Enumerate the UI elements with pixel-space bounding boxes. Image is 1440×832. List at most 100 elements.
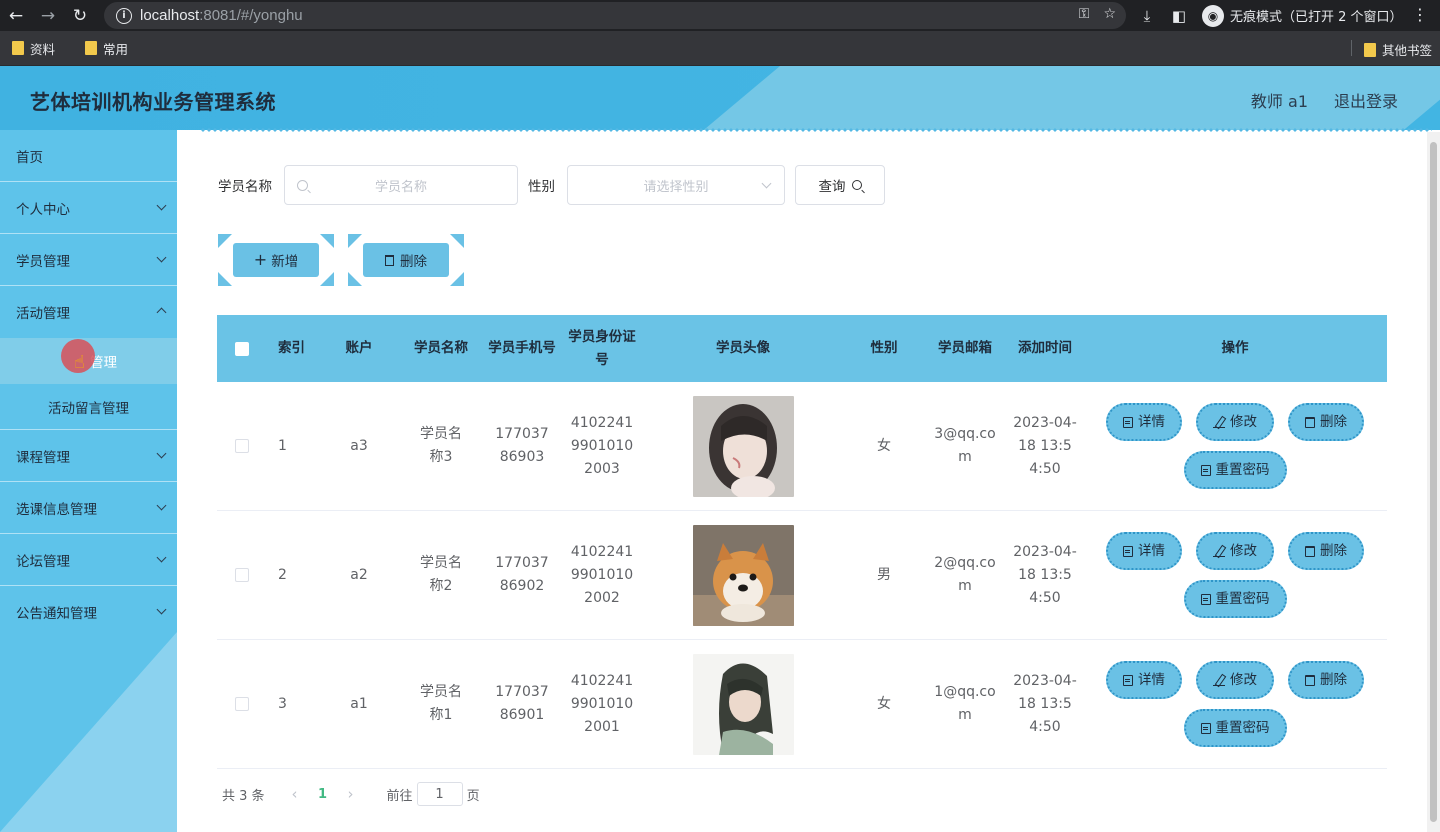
trash-icon (1305, 674, 1315, 686)
row-sex: 女 (877, 437, 891, 454)
sidepanel-icon[interactable]: ◧ (1170, 7, 1188, 25)
row-idcard: 410224199010102003 (570, 414, 634, 477)
row-time: 2023-04-18 13:54:50 (1013, 543, 1077, 606)
page-number[interactable]: 1 (309, 787, 337, 802)
query-button[interactable]: 查询 (795, 165, 885, 205)
header-idcard: 学员身份证号 (568, 328, 636, 368)
document-icon (1200, 593, 1211, 605)
chevron-down-icon (156, 200, 167, 211)
add-button[interactable]: + 新增 (218, 234, 334, 286)
browser-toolbar: ← → ↻ i localhost:8081/#/yonghu ⚿ ☆ ⤓ ◧ … (0, 0, 1440, 31)
chevron-down-icon (156, 448, 167, 459)
document-icon (1123, 416, 1133, 428)
sidebar-item-students[interactable]: 学员管理 (0, 234, 177, 286)
name-search-input[interactable]: 学员名称 (284, 165, 518, 205)
goto-label: 前往 (386, 788, 413, 804)
header-sex: 性别 (870, 340, 898, 356)
back-icon[interactable]: ← (0, 0, 32, 31)
table-row: 2 a2 学员名称2 17703786902 41022419901010200… (217, 511, 1387, 640)
avatar (692, 653, 794, 755)
goto-page-input[interactable]: 1 (416, 782, 463, 806)
select-all-checkbox[interactable] (235, 341, 249, 356)
folder-icon (85, 41, 98, 55)
row-account: a3 (350, 437, 368, 454)
table-row: 3 a1 学员名称1 17703786901 41022419901010200… (217, 640, 1387, 769)
total-count: 共 3 条 (222, 788, 265, 804)
avatar (692, 524, 794, 626)
document-icon (1123, 545, 1133, 557)
other-bookmarks[interactable]: 其他书签 (1363, 40, 1432, 59)
site-info-icon[interactable]: i (116, 7, 132, 24)
row-sex: 女 (877, 695, 891, 712)
header-account: 账户 (345, 340, 373, 356)
chevron-down-icon (156, 552, 167, 563)
header-avatar: 学员头像 (716, 340, 770, 356)
row-phone: 17703786901 (495, 684, 549, 723)
header-name: 学员名称 (414, 340, 468, 356)
row-checkbox[interactable] (235, 439, 249, 453)
delete-button[interactable]: 删除 (1288, 403, 1364, 441)
bookmark-folder[interactable]: 资料 (12, 39, 55, 58)
prev-page-icon[interactable]: ‹ (281, 785, 309, 803)
document-icon (1123, 674, 1133, 686)
document-icon (1200, 464, 1211, 476)
batch-delete-button[interactable]: 删除 (348, 234, 464, 286)
app-title: 艺体培训机构业务管理系统 (30, 90, 276, 114)
detail-button[interactable]: 详情 (1106, 532, 1182, 570)
page-scrollbar[interactable] (1427, 132, 1440, 832)
sidebar-item-profile[interactable]: 个人中心 (0, 182, 177, 234)
menu-icon[interactable]: ⋮ (1412, 5, 1428, 24)
delete-button[interactable]: 删除 (1288, 661, 1364, 699)
incognito-icon: ◉ (1202, 4, 1224, 27)
key-icon[interactable]: ⚿ (1079, 6, 1090, 22)
sidebar-item-activities[interactable]: 活动管理 (0, 286, 177, 338)
reset-password-button[interactable]: 重置密码 (1183, 580, 1287, 618)
star-icon[interactable]: ☆ (1103, 6, 1116, 22)
pagination: 共 3 条 ‹ 1 › 前往 1 页 (222, 782, 480, 806)
row-time: 2023-04-18 13:54:50 (1013, 672, 1077, 735)
sidebar-item-home[interactable]: 首页 (0, 130, 177, 182)
header-time: 添加时间 (1018, 340, 1072, 356)
delete-button[interactable]: 删除 (1288, 532, 1364, 570)
trash-icon (385, 254, 394, 266)
forward-icon[interactable]: → (32, 0, 64, 31)
detail-button[interactable]: 详情 (1106, 403, 1182, 441)
reset-password-button[interactable]: 重置密码 (1183, 709, 1287, 747)
header-ops: 操作 (1221, 340, 1249, 356)
logout-link[interactable]: 退出登录 (1334, 88, 1398, 112)
sex-select[interactable]: 请选择性别 (567, 165, 785, 205)
header-email: 学员邮箱 (938, 340, 992, 356)
row-sex: 男 (877, 566, 891, 583)
row-name: 学员名称1 (420, 684, 462, 723)
table-row: 1 a3 学员名称3 17703786903 41022419901010200… (217, 382, 1387, 511)
incognito-indicator[interactable]: ◉ 无痕模式（已打开 2 个窗口） (1202, 4, 1403, 27)
header-phone: 学员手机号 (488, 340, 556, 356)
reload-icon[interactable]: ↻ (64, 0, 96, 31)
bookmarks-bar: 资料 常用 其他书签 (0, 31, 1440, 66)
reset-password-button[interactable]: 重置密码 (1183, 451, 1287, 489)
edit-button[interactable]: 修改 (1196, 403, 1274, 441)
goto-suffix: 页 (466, 788, 480, 804)
detail-button[interactable]: 详情 (1106, 661, 1182, 699)
hand-cursor-icon: ☝ (74, 352, 85, 373)
next-page-icon[interactable]: › (337, 785, 365, 803)
row-name: 学员名称2 (420, 555, 462, 594)
row-checkbox[interactable] (235, 568, 249, 582)
row-idcard: 410224199010102001 (570, 672, 634, 735)
sidebar-item-courses[interactable]: 课程管理 (0, 430, 177, 482)
row-index: 2 (278, 566, 287, 583)
address-bar[interactable]: i localhost:8081/#/yonghu ⚿ ☆ (104, 2, 1126, 29)
current-user: 教师 a1 (1250, 92, 1308, 111)
sidebar-subitem-activity-comments[interactable]: 活动留言管理 (0, 384, 177, 430)
row-email: 2@qq.com (934, 555, 996, 594)
edit-button[interactable]: 修改 (1196, 532, 1274, 570)
edit-button[interactable]: 修改 (1196, 661, 1274, 699)
trash-icon (1305, 545, 1315, 557)
bookmark-folder[interactable]: 常用 (85, 39, 128, 58)
sidebar-item-enrollment[interactable]: 选课信息管理 (0, 482, 177, 534)
download-icon[interactable]: ⤓ (1138, 7, 1156, 25)
sidebar-item-forum[interactable]: 论坛管理 (0, 534, 177, 586)
sidebar-item-notices[interactable]: 公告通知管理 (0, 586, 177, 638)
search-icon (851, 180, 862, 190)
row-checkbox[interactable] (235, 697, 249, 711)
